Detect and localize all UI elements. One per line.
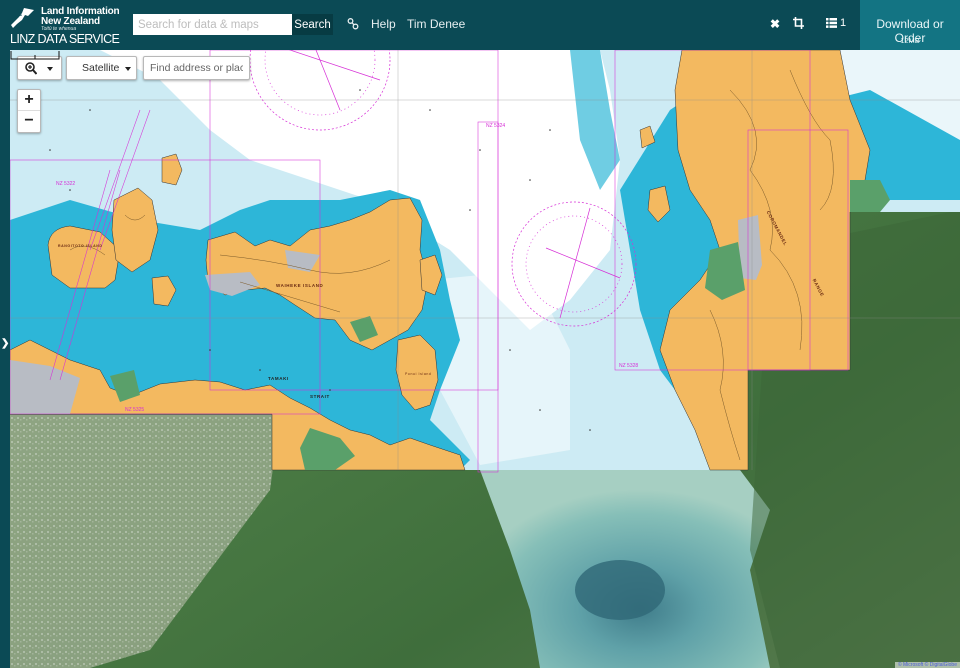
scale-bar bbox=[10, 51, 60, 60]
zoom-out-button[interactable]: − bbox=[18, 111, 40, 132]
zoom-in-button[interactable]: + bbox=[18, 90, 40, 111]
list-icon[interactable] bbox=[826, 18, 837, 28]
address-search-input[interactable] bbox=[143, 56, 250, 80]
satellite-deep-water bbox=[575, 560, 665, 620]
label-tamaki: TAMAKI bbox=[268, 376, 289, 381]
chart-ref-nz5325: NZ 5325 bbox=[125, 407, 145, 413]
chevron-down-icon bbox=[125, 67, 131, 71]
search-button[interactable]: Search bbox=[292, 14, 333, 35]
search-input[interactable] bbox=[133, 14, 292, 35]
close-icon[interactable]: ✖ bbox=[770, 17, 780, 31]
help-link[interactable]: Help bbox=[371, 17, 396, 31]
user-menu[interactable]: Tim Denee bbox=[407, 17, 465, 31]
zoom-control: + − bbox=[17, 89, 41, 133]
label-strait: STRAIT bbox=[310, 394, 330, 399]
map-attribution[interactable]: © Microsoft © DigitalGlobe bbox=[894, 662, 960, 668]
sidebar-toggle-rail[interactable]: ❯ bbox=[0, 50, 10, 668]
map-layers bbox=[10, 50, 960, 668]
map-canvas[interactable]: WAIHEKE ISLAND RANGITOTO ISLAND TAMAKI S… bbox=[10, 50, 960, 668]
basemap-select[interactable]: Satellite bbox=[66, 56, 137, 80]
link-icon[interactable] bbox=[347, 17, 359, 31]
basemap-selected: Satellite bbox=[82, 62, 120, 74]
label-waiheke-island: WAIHEKE ISLAND bbox=[276, 283, 324, 288]
chart-ref-nz5328: NZ 5328 bbox=[619, 363, 639, 369]
chevron-right-icon[interactable]: ❯ bbox=[1, 338, 9, 349]
app-header: Land Information New Zealand Toitū te wh… bbox=[0, 0, 960, 50]
download-or-order-button[interactable]: Download or Order 12MB bbox=[860, 0, 960, 50]
chart-ref-nz5322: NZ 5322 bbox=[56, 181, 76, 187]
zoom-in-icon bbox=[25, 62, 37, 75]
download-size: 12MB bbox=[900, 36, 920, 45]
linz-logo[interactable]: Land Information New Zealand Toitū te wh… bbox=[8, 4, 120, 46]
layer-count: 1 bbox=[840, 17, 847, 29]
chevron-down-icon bbox=[47, 67, 53, 71]
label-rangitoto-island: RANGITOTO ISLAND bbox=[58, 244, 103, 248]
crop-icon[interactable] bbox=[793, 17, 804, 29]
nz-map-icon bbox=[11, 8, 34, 28]
label-ponui-island: Ponui Island bbox=[405, 372, 432, 376]
logo-text-service: LINZ DATA SERVICE bbox=[10, 32, 120, 46]
chart-ref-nz5324: NZ 5324 bbox=[486, 123, 506, 129]
